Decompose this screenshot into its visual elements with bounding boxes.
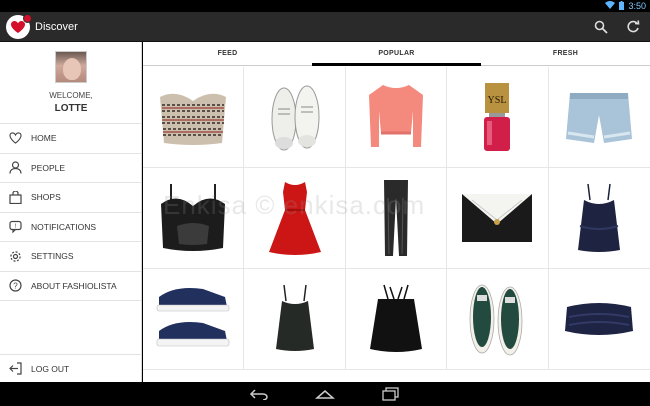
- product-item-navy-bandeau-top[interactable]: [548, 269, 650, 370]
- svg-text:?: ?: [13, 282, 18, 291]
- svg-text:YSL: YSL: [488, 95, 507, 106]
- sidebar-item-notifications[interactable]: ! NOTIFICATIONS: [0, 213, 141, 242]
- sidebar-item-people[interactable]: PEOPLE: [0, 154, 141, 183]
- user-profile[interactable]: WELCOME, LOTTE: [0, 42, 141, 124]
- gear-icon: [8, 249, 22, 263]
- product-item-coral-knit-sweater[interactable]: [345, 67, 448, 168]
- sidebar-item-shops[interactable]: SHOPS: [0, 183, 141, 213]
- logout-icon: [8, 362, 22, 376]
- wifi-icon: [605, 1, 616, 11]
- discover-content: FEED POPULAR FRESH YSL: [143, 42, 650, 382]
- product-item-black-cutout-top[interactable]: [345, 269, 448, 370]
- product-item-black-lace-bustier[interactable]: [143, 168, 245, 269]
- product-image: [566, 93, 633, 143]
- sidebar-item-settings[interactable]: SETTINGS: [0, 242, 141, 272]
- recent-apps-button[interactable]: [380, 386, 402, 402]
- home-icon: [315, 390, 335, 399]
- product-item-navy-camisole[interactable]: [548, 168, 650, 269]
- sidebar-item-label: NOTIFICATIONS: [31, 221, 97, 232]
- product-item-black-camisole[interactable]: [244, 269, 346, 370]
- sidebar-item-label: ABOUT FASHIOLISTA: [31, 280, 117, 291]
- logout-button[interactable]: LOG OUT: [0, 354, 142, 382]
- notification-dot: [23, 14, 32, 23]
- refresh-button[interactable]: [624, 18, 642, 36]
- product-image: [161, 184, 226, 251]
- welcome-label: WELCOME,: [49, 91, 93, 100]
- product-image: YSL: [484, 83, 511, 151]
- product-image: [271, 85, 320, 151]
- sidebar-item-label: PEOPLE: [31, 162, 66, 173]
- product-item-denim-shorts[interactable]: [548, 67, 650, 168]
- product-image: [275, 284, 314, 351]
- product-image: [368, 85, 423, 147]
- product-item-green-slip-on-sneakers[interactable]: [447, 269, 549, 370]
- heart-icon: [8, 131, 22, 145]
- avatar[interactable]: [55, 51, 87, 83]
- shopping-bag-icon: [8, 190, 22, 204]
- product-item-black-white-clutch[interactable]: [447, 168, 549, 269]
- product-image: [156, 288, 230, 347]
- page-title: Discover: [35, 21, 78, 33]
- sidebar-item-home[interactable]: HOME: [0, 124, 141, 154]
- notification-icon: !: [8, 220, 22, 234]
- product-image: [565, 303, 634, 335]
- product-item-red-skater-dress[interactable]: [244, 168, 346, 269]
- product-item-red-nail-polish[interactable]: YSL: [447, 67, 549, 168]
- product-image: [160, 93, 227, 145]
- product-item-navy-white-sneakers[interactable]: [143, 269, 245, 370]
- home-button[interactable]: [314, 386, 336, 402]
- product-item-black-leather-pants[interactable]: [345, 168, 448, 269]
- search-button[interactable]: [592, 18, 610, 36]
- heart-logo-icon: [11, 20, 25, 33]
- question-icon: ?: [8, 279, 22, 293]
- product-item-tribal-bustier-top[interactable]: [143, 67, 245, 168]
- sidebar-item-label: SETTINGS: [31, 251, 74, 262]
- app-logo[interactable]: [6, 14, 32, 39]
- battery-icon: [619, 0, 625, 12]
- search-icon: [594, 20, 608, 34]
- product-image: [462, 194, 533, 242]
- sidebar-item-label: HOME: [31, 133, 57, 144]
- product-image: [383, 180, 408, 256]
- product-grid: YSL: [143, 67, 650, 370]
- people-icon: [8, 161, 22, 175]
- back-button[interactable]: [248, 386, 270, 402]
- sidebar-item-about[interactable]: ? ABOUT FASHIOLISTA: [0, 272, 141, 301]
- product-image: [369, 284, 422, 352]
- username: LOTTE: [54, 103, 88, 114]
- clock: 3:50: [628, 1, 646, 11]
- product-item-white-oxford-shoes[interactable]: [244, 67, 346, 168]
- product-image: [268, 182, 321, 255]
- action-bar: Discover: [0, 12, 650, 42]
- status-bar: 3:50: [0, 0, 650, 12]
- product-image: [578, 183, 621, 252]
- product-image: [469, 284, 523, 356]
- navigation-drawer: WELCOME, LOTTE HOME PEOPLE SHOPS ! NOTIF…: [0, 42, 142, 382]
- tab-bar: FEED POPULAR FRESH: [143, 42, 650, 66]
- recent-apps-icon: [382, 387, 399, 401]
- system-navigation-bar: [0, 382, 650, 406]
- logout-label: LOG OUT: [31, 363, 70, 374]
- tab-fresh[interactable]: FRESH: [481, 42, 650, 65]
- refresh-icon: [627, 20, 640, 33]
- sidebar-item-label: SHOPS: [31, 192, 61, 203]
- back-icon: [249, 389, 268, 400]
- tab-popular[interactable]: POPULAR: [312, 42, 481, 66]
- tab-feed[interactable]: FEED: [143, 42, 312, 65]
